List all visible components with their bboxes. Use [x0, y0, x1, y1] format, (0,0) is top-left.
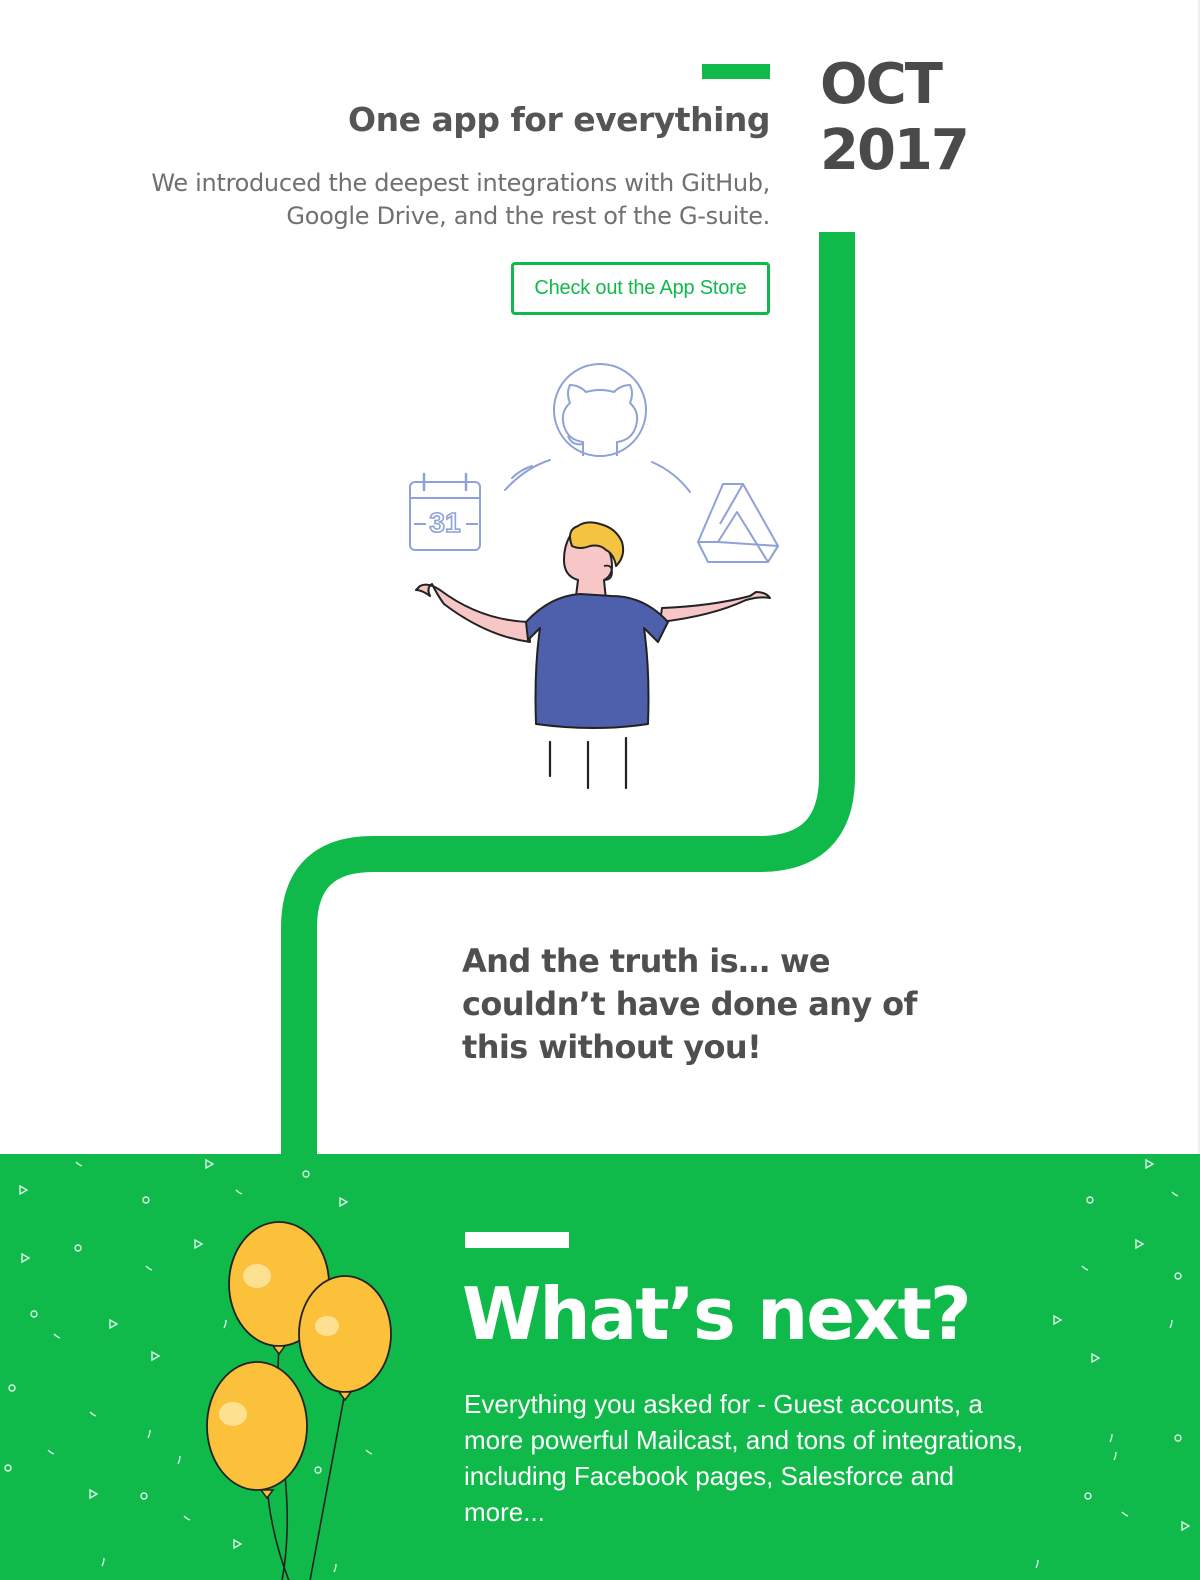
- milestone-oct-2017: One app for everything We introduced the…: [0, 0, 1200, 330]
- page: One app for everything We introduced the…: [0, 0, 1200, 1580]
- calendar-day: 31: [429, 507, 460, 538]
- whats-next-description: Everything you asked for - Guest account…: [464, 1389, 1024, 1527]
- accent-bar: [702, 64, 770, 79]
- thank-you-message: And the truth is… we couldn’t have done …: [462, 942, 917, 1066]
- milestone-title: One app for everything: [348, 100, 770, 139]
- whats-next-title: What’s next?: [462, 1272, 972, 1356]
- github-icon: [553, 363, 647, 457]
- juggle-arc-left: [504, 459, 551, 491]
- juggle-arc-right: [651, 461, 691, 493]
- balloon: [298, 1275, 392, 1402]
- date-month: OCT: [820, 52, 943, 117]
- whats-next-section: What’s next? Everything you asked for - …: [0, 1154, 1200, 1580]
- milestone-date: OCT 2017: [820, 52, 970, 184]
- balloons-illustration: [206, 1221, 392, 1580]
- balloon: [206, 1361, 308, 1500]
- calendar-icon: 31: [409, 472, 481, 551]
- milestone-description: We introduced the deepest integrations w…: [151, 169, 770, 230]
- integrations-illustration: 31: [409, 363, 779, 790]
- app-store-button[interactable]: Check out the App Store: [511, 262, 770, 315]
- date-year: 2017: [820, 118, 970, 183]
- google-drive-icon: [697, 483, 779, 563]
- juggle-arc-left-2: [511, 465, 533, 479]
- accent-bar: [465, 1232, 569, 1248]
